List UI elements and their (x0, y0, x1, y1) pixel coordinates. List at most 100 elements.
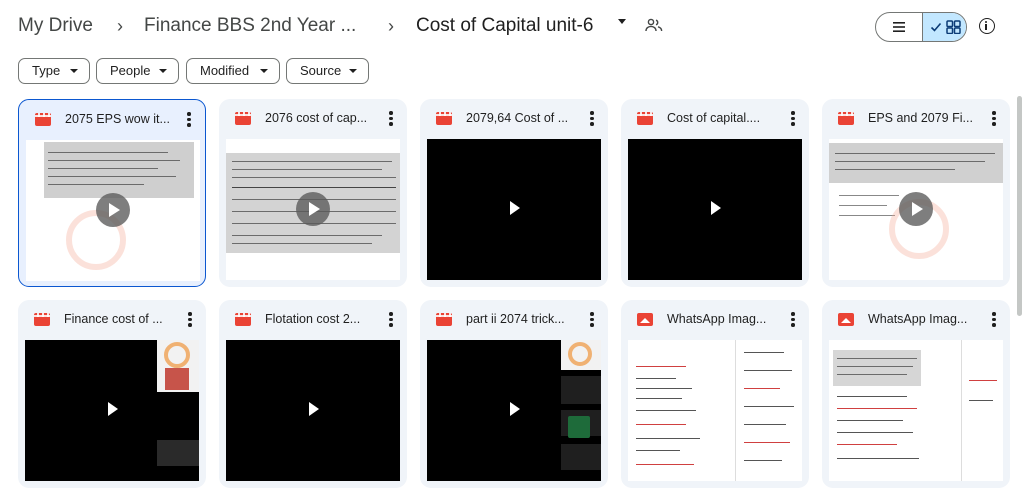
filter-modified-chip[interactable]: Modified (186, 58, 280, 84)
filter-type-chip[interactable]: Type (18, 58, 90, 84)
more-options-icon[interactable] (992, 111, 996, 127)
shared-people-icon[interactable] (645, 18, 663, 32)
handwriting-line (839, 195, 899, 197)
video-file-icon (35, 113, 51, 126)
checked-grid-view-icon (930, 20, 961, 34)
play-icon[interactable] (899, 192, 933, 226)
view-toggle (875, 12, 967, 42)
handwriting-line (636, 398, 682, 400)
file-thumbnail (226, 340, 400, 481)
file-card[interactable]: WhatsApp Imag... (822, 300, 1010, 488)
video-file-icon (436, 112, 452, 125)
participant-tile (157, 440, 199, 466)
chevron-down-icon (159, 69, 167, 73)
more-options-icon[interactable] (188, 312, 192, 328)
scrollbar[interactable] (1017, 96, 1022, 316)
filter-source-chip[interactable]: Source (286, 58, 369, 84)
video-file-icon (235, 313, 251, 326)
breadcrumb-parent-folder[interactable]: Finance BBS 2nd Year ... (144, 14, 356, 38)
handwriting-line (636, 450, 680, 452)
chevron-down-icon (70, 69, 78, 73)
more-options-icon[interactable] (389, 111, 393, 127)
grid-view-button[interactable] (922, 13, 966, 41)
more-options-icon[interactable] (992, 312, 996, 328)
text-line (48, 152, 168, 154)
video-file-icon (436, 313, 452, 326)
file-thumbnail (829, 139, 1003, 280)
file-title: 2079,64 Cost of ... (466, 111, 569, 125)
table-rule (232, 187, 396, 189)
more-options-icon[interactable] (590, 111, 594, 127)
handwriting-line (839, 215, 895, 217)
more-options-icon[interactable] (389, 312, 393, 328)
filter-type-label: Type (32, 63, 61, 78)
info-icon[interactable] (979, 18, 995, 34)
handwriting-line (744, 370, 792, 372)
play-icon[interactable] (96, 193, 130, 227)
participant-tile (561, 444, 601, 470)
play-icon[interactable] (296, 192, 330, 226)
more-options-icon[interactable] (187, 112, 191, 128)
play-icon[interactable] (510, 402, 520, 416)
file-thumbnail (26, 140, 200, 281)
breadcrumb-my-drive[interactable]: My Drive (18, 14, 93, 38)
handwriting-line (837, 420, 903, 422)
handwriting-line (636, 388, 692, 390)
file-title: Flotation cost 2... (265, 312, 361, 326)
text-line (232, 161, 392, 163)
breadcrumb-separator-icon: › (117, 16, 123, 36)
handwriting-line (969, 380, 997, 382)
folder-menu-chevron-icon[interactable] (618, 19, 626, 24)
file-thumbnail (628, 139, 802, 280)
file-card[interactable]: 2075 EPS wow it... (18, 99, 206, 287)
file-card[interactable]: Cost of capital.... (621, 99, 809, 287)
text-line (232, 177, 396, 179)
text-line (835, 153, 995, 155)
file-card[interactable]: Flotation cost 2... (219, 300, 407, 488)
file-thumbnail (427, 139, 601, 280)
file-thumbnail (829, 340, 1003, 481)
text-line (837, 358, 917, 360)
play-icon[interactable] (309, 402, 319, 416)
handwriting-line (744, 388, 780, 390)
text-line (48, 168, 158, 170)
handwriting-line (744, 424, 786, 426)
file-card[interactable]: part ii 2074 trick... (420, 300, 608, 488)
file-title: WhatsApp Imag... (667, 312, 767, 326)
file-card[interactable]: 2079,64 Cost of ... (420, 99, 608, 287)
handwriting-line (837, 408, 917, 410)
file-thumbnail (628, 340, 802, 481)
file-title: 2075 EPS wow it... (65, 112, 170, 126)
text-line (48, 176, 176, 178)
more-options-icon[interactable] (791, 111, 795, 127)
play-icon[interactable] (108, 402, 118, 416)
more-options-icon[interactable] (590, 312, 594, 328)
image-file-icon (637, 313, 653, 326)
participant-avatar (568, 416, 590, 438)
participant-tile (561, 376, 601, 404)
document-scan (829, 143, 1003, 183)
file-card[interactable]: Finance cost of ... (18, 300, 206, 488)
printed-question-clip (833, 350, 921, 386)
filter-people-chip[interactable]: People (96, 58, 179, 84)
file-card[interactable]: EPS and 2079 Fi... (822, 99, 1010, 287)
play-icon[interactable] (711, 201, 721, 215)
file-thumbnail (427, 340, 601, 481)
breadcrumb-current-folder[interactable]: Cost of Capital unit-6 (416, 14, 593, 38)
video-file-icon (34, 313, 50, 326)
chevron-down-icon (260, 69, 268, 73)
more-options-icon[interactable] (791, 312, 795, 328)
file-card[interactable]: WhatsApp Imag... (621, 300, 809, 488)
list-view-icon (893, 22, 905, 32)
file-title: 2076 cost of cap... (265, 111, 368, 125)
text-line (232, 243, 372, 245)
file-title: Cost of capital.... (667, 111, 761, 125)
page-divider (961, 340, 962, 481)
file-card[interactable]: 2076 cost of cap... (219, 99, 407, 287)
chevron-down-icon (349, 69, 357, 73)
image-file-icon (838, 313, 854, 326)
play-icon[interactable] (510, 201, 520, 215)
video-file-icon (637, 112, 653, 125)
top-bar: My Drive › Finance BBS 2nd Year ... › Co… (0, 0, 1024, 54)
list-view-button[interactable] (876, 13, 922, 41)
